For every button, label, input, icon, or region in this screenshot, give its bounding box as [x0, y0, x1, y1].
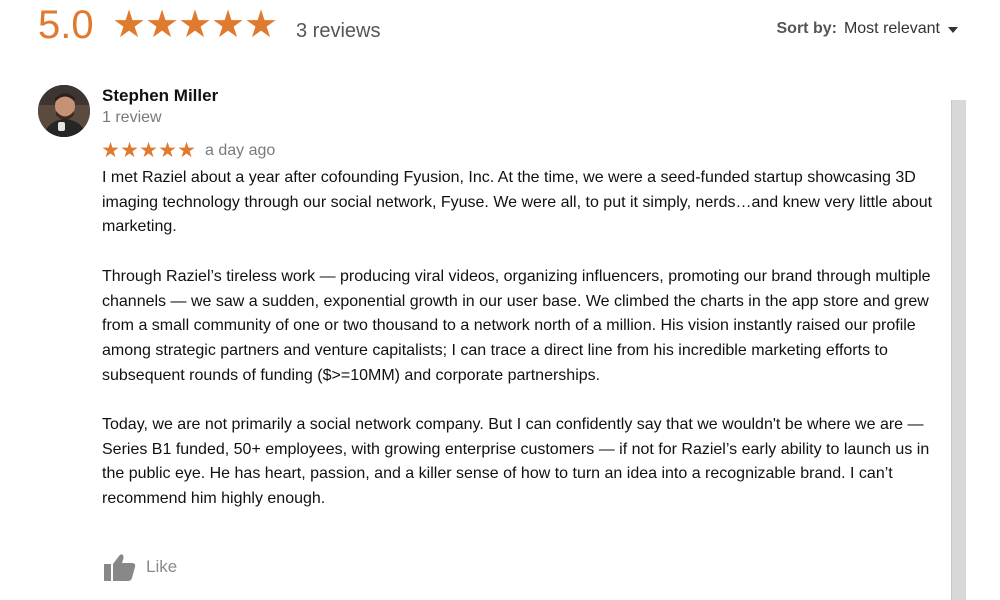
- review-timestamp: a day ago: [205, 142, 276, 159]
- sort-selected-value: Most relevant: [843, 20, 940, 37]
- review-text: I met Raziel about a year after cofoundi…: [102, 166, 942, 537]
- star-icon: ★: [244, 4, 279, 46]
- review-count: 3 reviews: [296, 20, 381, 42]
- star-icon: ★: [101, 139, 120, 162]
- chevron-down-icon: [948, 27, 958, 33]
- like-label: Like: [146, 557, 178, 576]
- star-icon: ★: [158, 139, 177, 162]
- avatar-image: [38, 85, 90, 137]
- star-icon: ★: [178, 4, 213, 46]
- scrollbar[interactable]: [951, 100, 966, 600]
- review-paragraph: I met Raziel about a year after cofoundi…: [102, 169, 933, 236]
- reviewer-name[interactable]: Stephen Miller: [102, 86, 218, 106]
- average-rating: 5.0: [38, 3, 94, 47]
- thumbs-up-icon: [104, 554, 136, 581]
- review-rating-stars: ★ ★ ★ ★ ★: [101, 140, 196, 162]
- like-button[interactable]: Like: [104, 553, 177, 581]
- review-paragraph: Through Raziel’s tireless work — produci…: [102, 267, 931, 384]
- avatar[interactable]: [38, 85, 90, 137]
- average-rating-stars: ★ ★ ★ ★ ★: [112, 4, 279, 46]
- sort-dropdown[interactable]: Sort by: Most relevant: [776, 20, 958, 38]
- review-paragraph: Today, we are not primarily a social net…: [102, 416, 930, 508]
- star-icon: ★: [145, 4, 180, 46]
- reviews-header: 5.0 ★ ★ ★ ★ ★ 3 reviews Sort by: Most re…: [0, 0, 1000, 64]
- star-icon: ★: [120, 139, 139, 162]
- star-icon: ★: [177, 139, 196, 162]
- star-icon: ★: [211, 4, 246, 46]
- sort-label: Sort by:: [776, 20, 837, 37]
- reviewer-review-count: 1 review: [102, 109, 162, 126]
- star-icon: ★: [112, 4, 147, 46]
- star-icon: ★: [139, 139, 158, 162]
